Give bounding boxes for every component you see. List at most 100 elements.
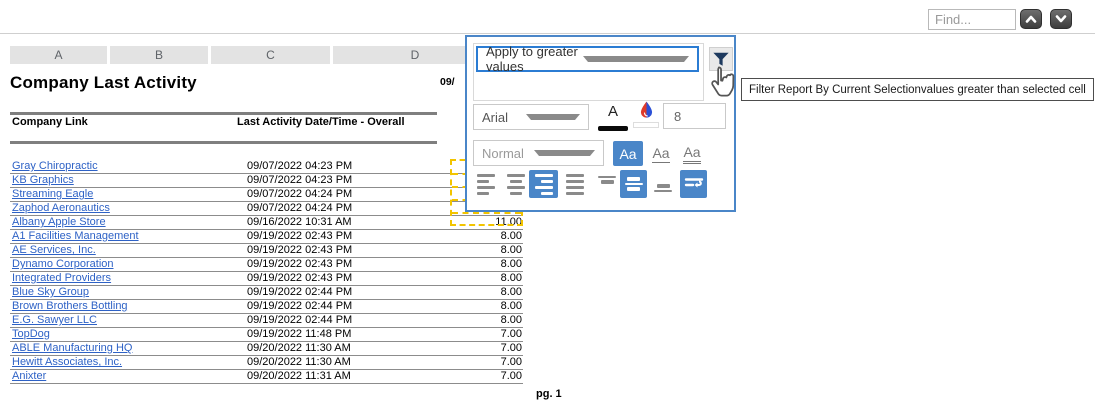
report-date-fragment: 09/ [440,76,455,88]
table-row: Hewitt Associates, Inc. 09/20/2022 11:30… [10,356,523,370]
table-row: KB Graphics 09/07/2022 04:23 PM [10,174,523,188]
report-title: Company Last Activity [10,73,197,93]
valign-middle-button[interactable] [620,170,647,198]
filter-tooltip: Filter Report By Current Selectionvalues… [741,78,1094,101]
activity-value: 7.00 [501,342,522,354]
activity-datetime: 09/19/2022 02:44 PM [247,314,352,326]
table-row: ABLE Manufacturing HQ 09/20/2022 11:30 A… [10,342,523,356]
find-previous-button[interactable] [1020,9,1042,29]
filter-funnel-icon [712,51,730,68]
filter-report-button[interactable] [709,47,733,71]
activity-datetime: 09/07/2022 04:23 PM [247,174,352,186]
page-number: pg. 1 [536,388,562,400]
activity-value: 7.00 [501,370,522,382]
text-case-button[interactable]: Aa [613,141,643,166]
activity-value: 8.00 [501,314,522,326]
double-underline-label: Aa [683,144,700,164]
activity-datetime: 09/19/2022 02:43 PM [247,272,352,284]
app-window: A B C D Company Last Activity 09/ Compan… [0,0,1095,413]
fill-color-swatch [633,122,659,128]
company-link[interactable]: Zaphod Aeronautics [12,202,110,214]
font-family-dropdown[interactable]: Arial [473,104,589,130]
font-color-swatch [598,126,628,131]
align-justify-button[interactable] [562,170,588,198]
company-link[interactable]: ABLE Manufacturing HQ [12,342,132,354]
company-link[interactable]: TopDog [12,328,50,340]
table-header-rule-top [10,112,437,115]
style-dropdown-value: Normal [482,146,534,161]
activity-datetime: 09/07/2022 04:24 PM [247,188,352,200]
table-row: Streaming Eagle 09/07/2022 04:24 PM [10,188,523,202]
company-link[interactable]: Anixter [12,370,46,382]
table-row: Gray Chiropractic 09/07/2022 04:23 PM [10,160,523,174]
company-link[interactable]: AE Services, Inc. [12,244,96,256]
table-row: E.G. Sawyer LLC 09/19/2022 02:44 PM 8.00 [10,314,523,328]
font-color-button[interactable]: A [595,100,631,140]
activity-datetime: 09/20/2022 11:31 AM [247,370,351,382]
align-center-button[interactable] [503,170,529,198]
valign-top-button[interactable] [595,170,619,198]
apply-values-dropdown[interactable]: Apply to greater values [476,46,699,72]
company-link[interactable]: Dynamo Corporation [12,258,114,270]
font-size-input[interactable]: 8 [663,103,726,129]
color-droplet-icon [637,100,656,119]
font-family-value: Arial [482,110,526,125]
company-link[interactable]: Brown Brothers Bottling [12,300,128,312]
valign-bottom-button[interactable] [651,170,675,198]
align-left-button[interactable] [473,170,499,198]
activity-datetime: 09/19/2022 02:43 PM [247,258,352,270]
activity-value: 8.00 [501,244,522,256]
company-link[interactable]: KB Graphics [12,174,74,186]
report-table-body: Gray Chiropractic 09/07/2022 04:23 PM KB… [10,160,523,384]
table-header-rule-bottom [10,141,437,144]
align-center-icon [507,172,525,196]
underline-label: Aa [652,145,669,163]
activity-datetime: 09/07/2022 04:24 PM [247,202,352,214]
style-dropdown[interactable]: Normal [473,140,604,166]
text-wrap-button[interactable] [680,170,707,198]
align-right-button[interactable] [529,170,558,198]
company-link[interactable]: E.G. Sawyer LLC [12,314,97,326]
company-link[interactable]: Albany Apple Store [12,216,106,228]
activity-datetime: 09/16/2022 10:31 AM [247,216,352,228]
find-next-button[interactable] [1050,9,1072,29]
activity-value: 7.00 [501,356,522,368]
company-link[interactable]: Hewitt Associates, Inc. [12,356,122,368]
activity-datetime: 09/20/2022 11:30 AM [247,356,351,368]
apply-values-dropdown-value: Apply to greater values [486,44,583,74]
column-header-c[interactable]: C [211,46,330,64]
activity-value: 7.00 [501,328,522,340]
fill-color-button[interactable] [631,100,661,140]
company-link[interactable]: Gray Chiropractic [12,160,98,172]
chevron-down-icon [1054,14,1068,24]
activity-value: 8.00 [501,230,522,242]
column-header-b[interactable]: B [110,46,208,64]
company-link[interactable]: Streaming Eagle [12,188,93,200]
table-row: Brown Brothers Bottling 09/19/2022 02:44… [10,300,523,314]
company-link[interactable]: A1 Facilities Management [12,230,139,242]
chevron-down-icon [534,150,596,156]
table-row: AE Services, Inc. 09/19/2022 02:43 PM 8.… [10,244,523,258]
company-link[interactable]: Blue Sky Group [12,286,89,298]
column-header-a[interactable]: A [10,46,107,64]
filter-format-panel: Apply to greater values Arial A [465,35,736,212]
activity-datetime: 09/19/2022 02:44 PM [247,286,352,298]
find-input[interactable] [928,9,1016,30]
valign-bottom-icon [653,175,673,193]
double-underline-button[interactable]: Aa [679,141,705,166]
table-row: A1 Facilities Management 09/19/2022 02:4… [10,230,523,244]
table-row: Integrated Providers 09/19/2022 02:43 PM… [10,272,523,286]
align-left-icon [477,172,495,196]
valign-middle-icon [624,175,644,193]
table-row: TopDog 09/19/2022 11:48 PM 7.00 [10,328,523,342]
font-color-letter: A [608,102,618,122]
table-row: Zaphod Aeronautics 09/07/2022 04:24 PM [10,202,523,216]
activity-datetime: 09/19/2022 02:43 PM [247,230,352,242]
company-link[interactable]: Integrated Providers [12,272,111,284]
chevron-down-icon [526,114,580,120]
table-row: Anixter 09/20/2022 11:31 AM 7.00 [10,370,523,384]
align-justify-icon [566,172,584,196]
table-header-company: Company Link [12,116,88,128]
underline-button[interactable]: Aa [648,141,674,166]
table-row: Dynamo Corporation 09/19/2022 02:43 PM 8… [10,258,523,272]
